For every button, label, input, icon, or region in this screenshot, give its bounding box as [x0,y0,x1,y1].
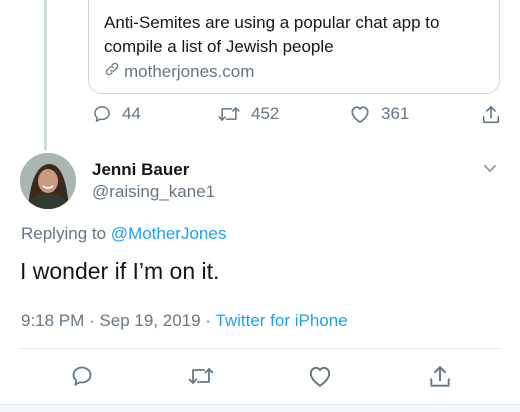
tweet-meta: 9:18 PM · Sep 19, 2019 · Twitter for iPh… [21,311,348,331]
retweet-count-button[interactable]: 452 [217,104,279,124]
tweet-source-link[interactable]: Twitter for iPhone [215,311,347,330]
replying-to-label: Replying to [21,224,107,243]
retweet-count: 452 [251,104,280,123]
chevron-down-icon [482,163,498,180]
more-options-button[interactable] [482,160,498,181]
reply-count: 44 [122,104,141,123]
replying-to: Replying to @MotherJones [21,224,226,244]
quoted-tweet-actions: 44 452 361 [0,104,520,134]
tweet-timestamp: 9:18 PM · Sep 19, 2019 · [21,311,216,330]
like-count-button[interactable]: 361 [349,104,409,124]
quoted-tweet-domain: motherjones.com [124,62,255,81]
retweet-button[interactable] [187,364,215,388]
reply-count-button[interactable]: 44 [92,104,141,124]
bottom-divider [0,404,520,412]
tweet-actions [0,364,520,394]
retweet-icon [187,364,215,388]
like-button[interactable] [307,364,333,388]
reply-icon [70,364,94,388]
tweet-text: I wonder if I’m on it. [20,258,220,284]
avatar[interactable] [20,153,76,209]
reply-icon [92,104,112,124]
reply-button[interactable] [70,364,94,388]
quoted-tweet-card[interactable]: Anti-Semites are using a popular chat ap… [88,0,500,94]
share-button[interactable] [428,364,452,390]
author-handle[interactable]: @raising_kane1 [92,182,215,202]
author-name[interactable]: Jenni Bauer [92,160,189,180]
share-button[interactable] [481,104,501,126]
quoted-tweet-text: Anti-Semites are using a popular chat ap… [104,13,440,56]
retweet-icon [217,104,241,124]
heart-icon [349,104,371,124]
quoted-tweet-link[interactable]: motherjones.com [104,61,254,83]
share-icon [481,104,501,126]
like-count: 361 [381,104,410,123]
heart-icon [307,364,333,388]
mention-link[interactable]: @MotherJones [111,224,227,243]
link-icon [104,61,124,83]
divider [20,348,500,349]
share-icon [428,364,452,390]
